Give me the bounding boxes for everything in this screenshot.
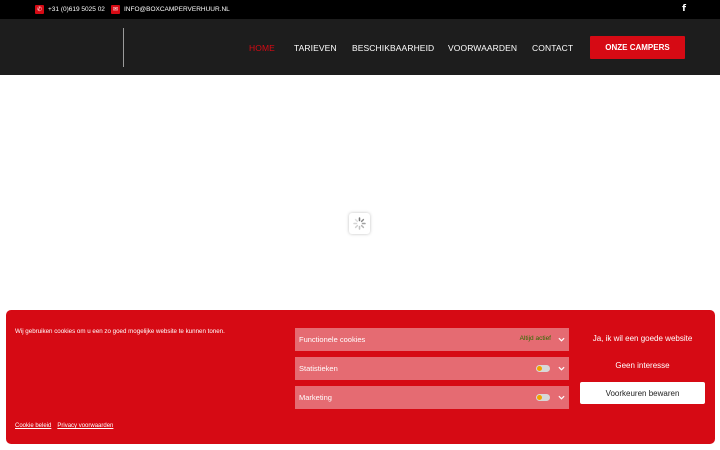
phone-icon: ✆: [35, 5, 44, 14]
phone-number[interactable]: +31 (0)619 5025 02: [48, 6, 105, 13]
cookie-policy-link[interactable]: Cookie beleid: [15, 423, 51, 429]
logo-divider: [123, 28, 124, 67]
cookie-message: Wij gebruiken cookies om u een zo goed m…: [15, 328, 225, 335]
chevron-down-icon[interactable]: [558, 365, 565, 372]
accept-cookies-button[interactable]: Ja, ik wil een goede website: [580, 334, 705, 343]
save-preferences-button[interactable]: Voorkeuren bewaren: [580, 382, 705, 404]
category-functional[interactable]: Functionele cookies Altijd actief: [295, 328, 569, 351]
phone-contact[interactable]: ✆ +31 (0)619 5025 02: [35, 5, 105, 14]
category-label: Statistieken: [299, 364, 338, 373]
top-bar: ✆ +31 (0)619 5025 02 ✉ INFO@BOXCAMPERVER…: [0, 0, 720, 19]
statistics-toggle[interactable]: [536, 365, 550, 372]
nav-item-beschikbaarheid[interactable]: BESCHIKBAARHEID: [352, 43, 434, 53]
our-campers-button[interactable]: ONZE CAMPERS: [590, 36, 685, 59]
deny-cookies-button[interactable]: Geen interesse: [580, 361, 705, 370]
loading-spinner-icon: [349, 213, 370, 234]
marketing-toggle[interactable]: [536, 394, 550, 401]
toggle-knob: [537, 395, 542, 400]
facebook-icon[interactable]: f: [682, 4, 686, 14]
category-label: Marketing: [299, 393, 332, 402]
mail-icon: ✉: [111, 5, 120, 14]
category-statistics[interactable]: Statistieken: [295, 357, 569, 380]
cookie-consent-banner: Wij gebruiken cookies om u een zo goed m…: [6, 310, 715, 444]
nav-item-tarieven[interactable]: TARIEVEN: [294, 43, 337, 53]
nav-item-home[interactable]: HOME: [249, 43, 275, 53]
always-active-status: Altijd actief: [519, 335, 551, 342]
nav-item-contact[interactable]: CONTACT: [532, 43, 573, 53]
email-contact[interactable]: ✉ INFO@BOXCAMPERVERHUUR.NL: [111, 5, 230, 14]
cookie-links: Cookie beleid Privacy voorwaarden: [15, 423, 113, 429]
category-label: Functionele cookies: [299, 335, 366, 344]
main-navigation: HOME TARIEVEN BESCHIKBAARHEID VOORWAARDE…: [0, 19, 720, 75]
email-address[interactable]: INFO@BOXCAMPERVERHUUR.NL: [124, 6, 230, 13]
nav-item-voorwaarden[interactable]: VOORWAARDEN: [448, 43, 517, 53]
chevron-down-icon[interactable]: [558, 394, 565, 401]
category-marketing[interactable]: Marketing: [295, 386, 569, 409]
chevron-down-icon[interactable]: [558, 336, 565, 343]
toggle-knob: [537, 366, 542, 371]
privacy-terms-link[interactable]: Privacy voorwaarden: [57, 423, 113, 429]
